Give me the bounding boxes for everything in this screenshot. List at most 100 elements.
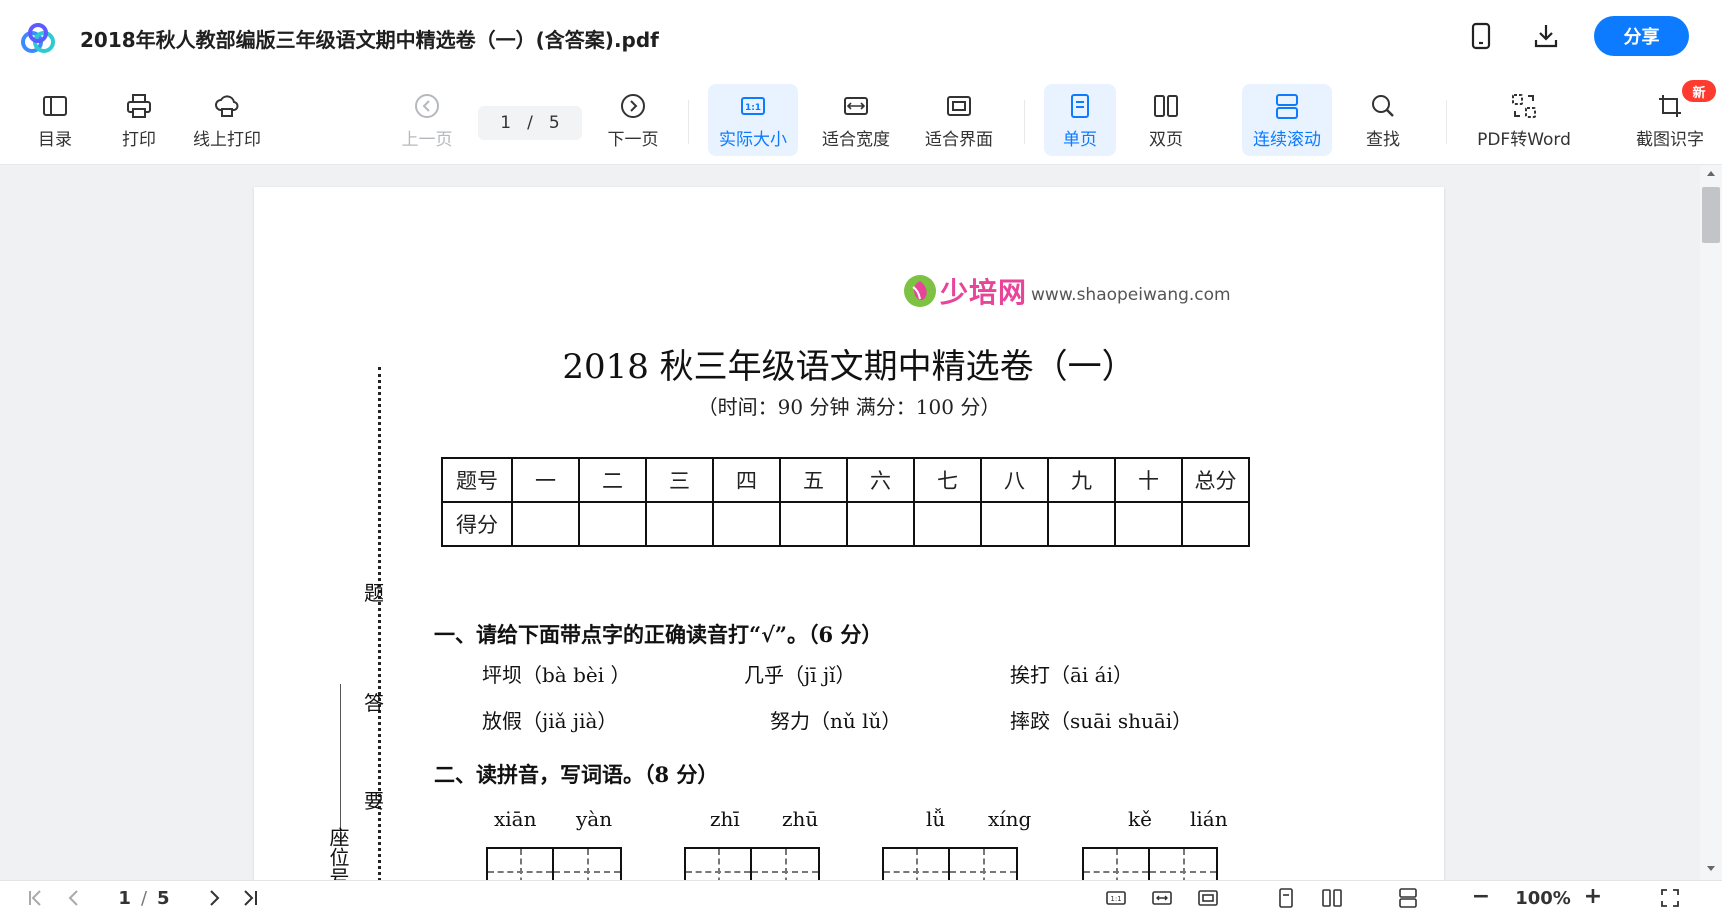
side-char: 答 xyxy=(364,691,384,715)
zoom-out-button[interactable]: − xyxy=(1470,884,1492,909)
table-cell: 总分 xyxy=(1181,457,1250,503)
single-page-label: 单页 xyxy=(1063,130,1097,150)
double-page-small-icon[interactable] xyxy=(1318,886,1346,910)
current-page: 1 xyxy=(500,113,512,133)
question-1-title: 一、请给下面带点字的正确读音打“√”。（6 分） xyxy=(434,619,882,649)
next-page-label: 下一页 xyxy=(607,130,659,150)
scroll-down-icon[interactable] xyxy=(1706,865,1716,873)
q1-item: 摔跤（suāi shuāi） xyxy=(1010,709,1193,733)
exam-subtitle: （时间：90 分钟 满分：100 分） xyxy=(697,395,1001,419)
online-print-button[interactable]: 线上打印 xyxy=(186,84,268,156)
pdf-to-word-label: PDF转Word xyxy=(1477,130,1571,150)
writing-box xyxy=(752,847,820,880)
fit-screen-label: 适合界面 xyxy=(925,130,993,150)
pdf-to-word-button[interactable]: PDF转Word xyxy=(1470,84,1578,156)
single-page-small-icon[interactable] xyxy=(1272,886,1300,910)
actual-size-button[interactable]: 1:1 实际大小 xyxy=(708,84,798,156)
q1-item: 几乎（jī jǐ） xyxy=(744,663,856,687)
convert-icon xyxy=(1512,94,1536,118)
table-cell: 五 xyxy=(779,457,848,503)
download-icon[interactable] xyxy=(1530,20,1562,52)
writing-box xyxy=(1150,847,1218,880)
printer-icon xyxy=(127,94,151,118)
toc-button[interactable]: 目录 xyxy=(28,84,82,156)
vertical-scrollbar[interactable] xyxy=(1700,165,1722,880)
search-icon xyxy=(1372,95,1394,117)
baidu-netdisk-logo-icon xyxy=(21,23,55,53)
writing-box xyxy=(684,847,752,880)
brand-watermark: 少培网 www.shaopeiwang.com xyxy=(902,271,1231,311)
mobile-view-icon[interactable] xyxy=(1465,20,1497,52)
scrollbar-thumb[interactable] xyxy=(1702,187,1720,243)
last-page-icon[interactable] xyxy=(238,886,262,910)
actual-size-small-icon[interactable]: 1:1 xyxy=(1102,886,1130,910)
bottom-page-indicator[interactable]: 1 / 5 xyxy=(104,886,184,910)
bottom-current-page: 1 xyxy=(118,887,131,909)
fit-width-small-icon[interactable] xyxy=(1148,886,1176,910)
double-page-button[interactable]: 双页 xyxy=(1130,84,1202,156)
single-page-button[interactable]: 单页 xyxy=(1044,84,1116,156)
scroll-up-icon[interactable] xyxy=(1706,169,1716,177)
online-print-label: 线上打印 xyxy=(193,130,261,150)
find-label: 查找 xyxy=(1366,130,1400,150)
table-row: 题号 一 二 三 四 五 六 七 八 九 十 总分 xyxy=(441,457,1250,503)
new-badge: 新 xyxy=(1682,80,1716,102)
table-cell xyxy=(578,501,647,547)
pdf-page: 少培网 www.shaopeiwang.com 2018 秋三年级语文期中精选卷… xyxy=(254,187,1444,880)
share-button[interactable]: 分享 xyxy=(1594,16,1689,56)
next-circle-icon xyxy=(621,94,645,118)
continuous-scroll-label: 连续滚动 xyxy=(1253,130,1321,150)
brand-url: www.shaopeiwang.com xyxy=(1031,285,1231,305)
print-button[interactable]: 打印 xyxy=(112,84,166,156)
continuous-scroll-button[interactable]: 连续滚动 xyxy=(1242,84,1332,156)
table-cell: 二 xyxy=(578,457,647,503)
cloud-print-icon xyxy=(215,95,239,117)
document-viewport[interactable]: 少培网 www.shaopeiwang.com 2018 秋三年级语文期中精选卷… xyxy=(0,165,1700,880)
fit-width-icon xyxy=(844,97,868,115)
fit-width-button[interactable]: 适合宽度 xyxy=(816,84,896,156)
next-page-button[interactable]: 下一页 xyxy=(600,84,666,156)
actual-size-icon: 1:1 xyxy=(741,97,765,115)
table-cell xyxy=(511,501,580,547)
screenshot-ocr-label: 截图识字 xyxy=(1636,130,1704,150)
fit-screen-button[interactable]: 适合界面 xyxy=(918,84,1000,156)
actual-size-label: 实际大小 xyxy=(719,130,787,150)
page-indicator[interactable]: 1 / 5 xyxy=(478,106,582,140)
zoom-level: 100% xyxy=(1515,887,1571,909)
first-page-icon[interactable] xyxy=(24,886,48,910)
continuous-scroll-small-icon[interactable] xyxy=(1394,886,1422,910)
table-cell: 七 xyxy=(913,457,982,503)
table-cell: 一 xyxy=(511,457,580,503)
q1-item: 坪坝（bà bèi ） xyxy=(482,663,631,687)
table-cell xyxy=(846,501,915,547)
double-page-icon xyxy=(1154,95,1178,117)
prev-circle-icon xyxy=(415,94,439,118)
question-2-title: 二、读拼音，写词语。（8 分） xyxy=(434,759,718,789)
find-button[interactable]: 查找 xyxy=(1350,84,1416,156)
print-label: 打印 xyxy=(122,130,156,150)
prev-page-button[interactable]: 上一页 xyxy=(396,84,458,156)
total-pages: 5 xyxy=(548,113,560,133)
prev-page-label: 上一页 xyxy=(401,130,453,150)
prev-page-icon[interactable] xyxy=(62,886,86,910)
svg-text:1:1: 1:1 xyxy=(1110,895,1121,903)
table-cell xyxy=(1181,501,1250,547)
writing-box xyxy=(950,847,1018,880)
table-cell: 十 xyxy=(1114,457,1183,503)
fullscreen-icon[interactable] xyxy=(1656,886,1684,910)
writing-box-group xyxy=(1082,847,1218,880)
svg-text:1:1: 1:1 xyxy=(745,103,761,113)
single-page-icon xyxy=(1071,94,1089,118)
writing-box-group xyxy=(882,847,1018,880)
fit-screen-small-icon[interactable] xyxy=(1194,886,1222,910)
brand-logo-icon xyxy=(904,275,936,307)
document-title: 2018年秋人教部编版三年级语文期中精选卷（一）(含答案).pdf xyxy=(80,28,659,52)
continuous-scroll-icon xyxy=(1276,94,1298,119)
writing-box-group xyxy=(684,847,820,880)
next-page-icon[interactable] xyxy=(202,886,226,910)
table-cell: 九 xyxy=(1047,457,1116,503)
writing-box xyxy=(882,847,950,880)
zoom-in-button[interactable]: + xyxy=(1582,884,1604,909)
table-cell xyxy=(1114,501,1183,547)
pinyin: xíng xyxy=(988,807,1032,831)
